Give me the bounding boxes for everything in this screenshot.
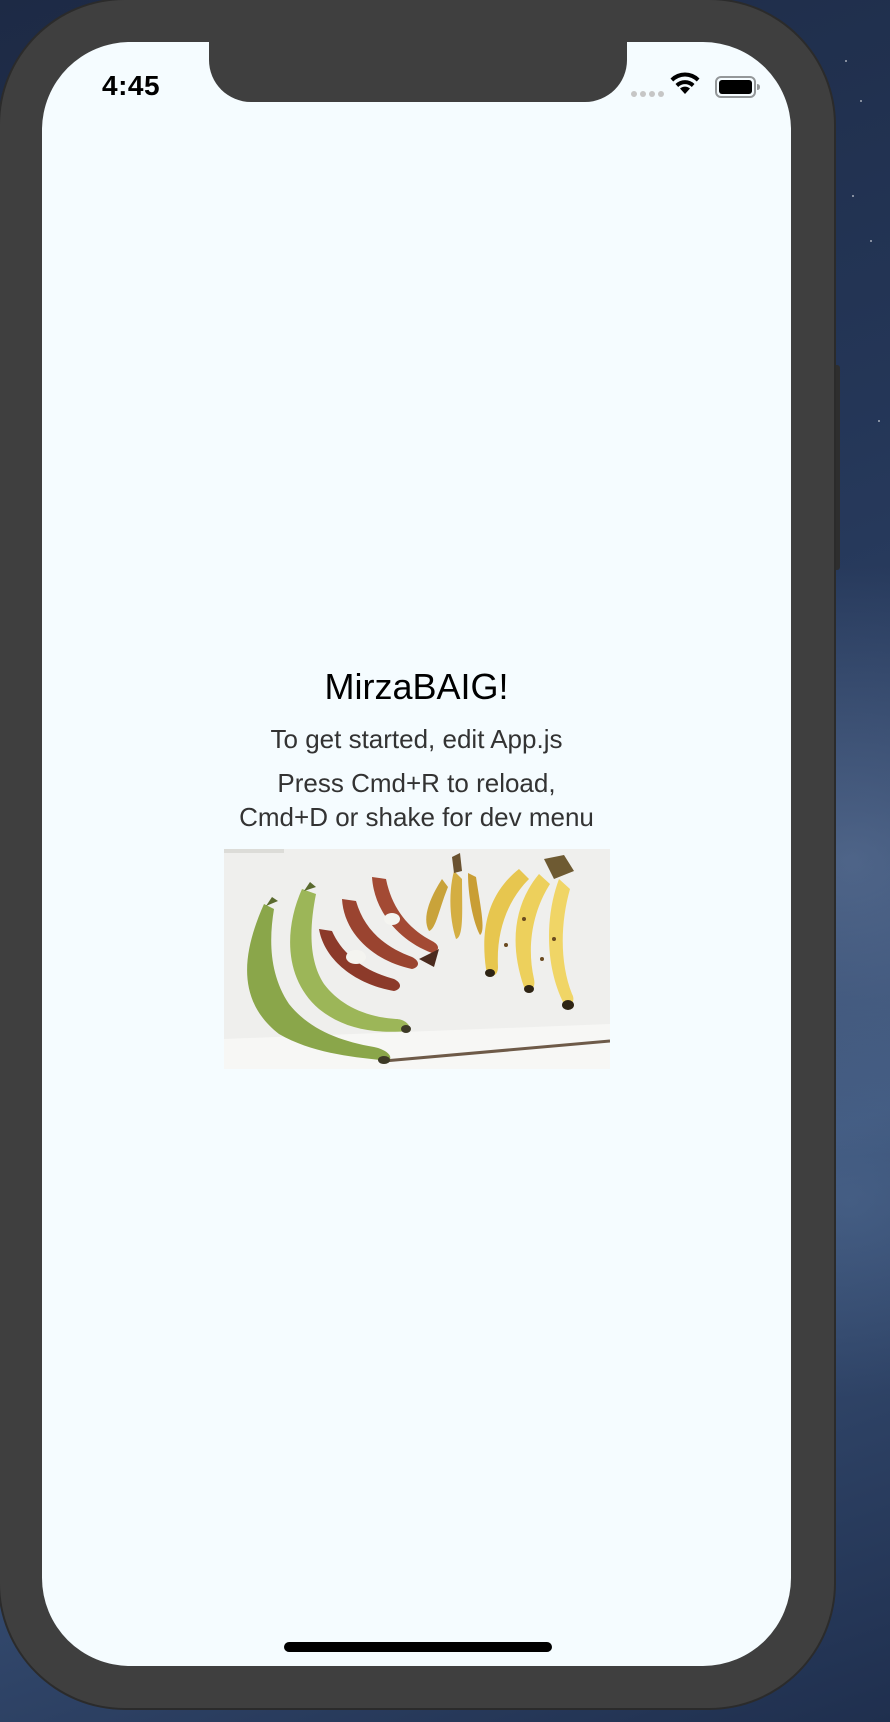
instructions-text: To get started, edit App.js bbox=[270, 724, 563, 754]
wifi-icon bbox=[670, 72, 700, 94]
app-container: MirzaBAIG! To get started, edit App.js P… bbox=[42, 662, 791, 834]
home-indicator[interactable] bbox=[284, 1642, 552, 1652]
reload-instructions-line-1: Press Cmd+R to reload, bbox=[277, 768, 556, 798]
welcome-text: MirzaBAIG! bbox=[324, 666, 509, 707]
reload-instructions-line-2: Cmd+D or shake for dev menu bbox=[239, 802, 594, 832]
simulator-screen: 4:45 MirzaBAIG! To get started, edit App… bbox=[42, 42, 791, 1666]
battery-icon bbox=[715, 76, 760, 98]
iphone-frame: 4:45 MirzaBAIG! To get started, edit App… bbox=[0, 0, 834, 1708]
notch bbox=[209, 42, 627, 102]
cellular-signal-icon bbox=[631, 84, 667, 102]
bananas-image bbox=[224, 849, 610, 1069]
status-time: 4:45 bbox=[102, 70, 161, 101]
